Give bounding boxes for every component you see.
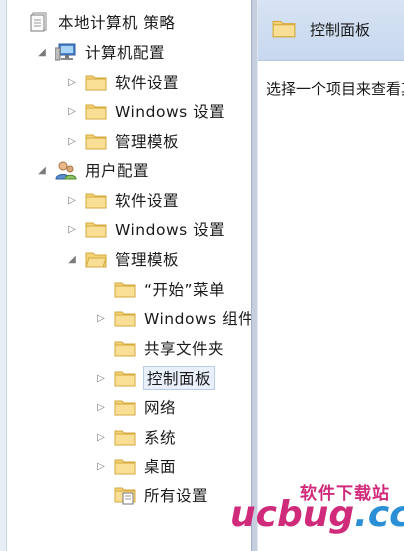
tree-item-label: “开始”菜单 [144,281,226,299]
tree-item-label: 软件设置 [115,192,180,210]
folder-icon [85,131,107,151]
folder-open-icon [85,249,107,269]
folder-icon [114,338,136,358]
tree-item-computer-config[interactable]: ◢ 计算机配置 [35,39,165,65]
tree-item-label: Windows 组件 [144,310,255,328]
tree-item-control-panel[interactable]: ▷ 控制面板 [94,365,216,391]
expand-arrow-icon[interactable]: ▷ [65,104,79,118]
group-policy-editor: 本地计算机 策略 ◢ 计算机配置 ▷ 软件设置 ▷ Windows 设置 ▷ 管… [0,0,404,551]
folder-icon [114,308,136,328]
folder-icon [114,456,136,476]
tree-item-system[interactable]: ▷ 系统 [94,424,176,450]
pane-splitter[interactable] [251,0,258,551]
collapse-arrow-icon[interactable]: ◢ [65,252,79,266]
folder-icon [85,190,107,210]
expand-arrow-icon[interactable]: ▷ [65,134,79,148]
tree-item-shared-folders[interactable]: 共享文件夹 [94,335,224,361]
tree-item-label: 所有设置 [144,487,209,505]
tree-item-desktop[interactable]: ▷ 桌面 [94,453,176,479]
tree-item-computer-windows-settings[interactable]: ▷ Windows 设置 [65,98,225,124]
window-edge [0,0,7,551]
tree-item-label: 用户配置 [85,162,150,180]
collapse-arrow-icon[interactable]: ◢ [35,163,49,177]
watermark-en-suffix: .cc [354,494,404,535]
details-description: 选择一个项目来查看其描述。 [266,80,404,98]
folder-icon [272,18,296,42]
details-title: 控制面板 [310,21,371,39]
collapse-arrow-icon[interactable]: ◢ [35,45,49,59]
folder-icon [85,219,107,239]
expand-arrow-icon[interactable]: ▷ [65,193,79,207]
watermark-en: ucbug.cc [230,494,404,535]
expand-arrow-icon[interactable]: ▷ [94,459,108,473]
all-settings-icon [114,485,136,505]
tree-item-label: 系统 [144,429,177,447]
expand-arrow-icon[interactable]: ▷ [94,371,108,385]
details-header: 控制面板 [258,0,404,61]
tree-item-label: 桌面 [144,458,177,476]
expand-arrow-icon[interactable]: ▷ [94,400,108,414]
watermark-logo: 软件下载站 ucbug.cc [230,476,404,548]
details-pane: 控制面板 选择一个项目来查看其描述。 [258,0,404,551]
expand-arrow-icon[interactable]: ▷ [65,75,79,89]
tree-item-start-menu[interactable]: “开始”菜单 [94,276,225,302]
tree-item-label: 控制面板 [142,366,216,390]
tree-item-computer-software-settings[interactable]: ▷ 软件设置 [65,69,179,95]
policy-tree[interactable]: 本地计算机 策略 ◢ 计算机配置 ▷ 软件设置 ▷ Windows 设置 ▷ 管… [7,0,254,551]
tree-item-network[interactable]: ▷ 网络 [94,394,176,420]
expand-arrow-icon[interactable]: ▷ [94,311,108,325]
folder-icon [114,279,136,299]
policy-document-icon [28,12,50,32]
users-icon [55,160,77,180]
tree-item-user-windows-settings[interactable]: ▷ Windows 设置 [65,216,225,242]
expand-arrow-icon[interactable]: ▷ [94,430,108,444]
tree-root[interactable]: 本地计算机 策略 [28,9,175,35]
folder-icon [114,397,136,417]
folder-icon [85,72,107,92]
tree-item-label: 计算机配置 [85,44,166,62]
tree-item-label: Windows 设置 [115,103,226,121]
tree-item-user-admin-templates[interactable]: ◢ 管理模板 [65,246,179,272]
tree-item-label: Windows 设置 [115,221,226,239]
tree-item-label: 共享文件夹 [144,340,225,358]
tree-item-label: 软件设置 [115,74,180,92]
tree-root-label: 本地计算机 策略 [58,14,176,32]
expand-arrow-icon[interactable]: ▷ [65,222,79,236]
folder-icon [85,101,107,121]
tree-item-label: 管理模板 [115,251,180,269]
watermark-en-prefix: ucbug [230,494,355,535]
tree-item-user-config[interactable]: ◢ 用户配置 [35,157,149,183]
tree-item-label: 管理模板 [115,133,180,151]
tree-item-all-settings[interactable]: 所有设置 [94,482,208,508]
folder-icon [114,427,136,447]
tree-item-computer-admin-templates[interactable]: ▷ 管理模板 [65,128,179,154]
folder-icon [114,368,136,388]
tree-item-user-software-settings[interactable]: ▷ 软件设置 [65,187,179,213]
tree-item-label: 网络 [144,399,177,417]
tree-item-windows-components[interactable]: ▷ Windows 组件 [94,305,254,331]
computer-icon [55,42,77,62]
